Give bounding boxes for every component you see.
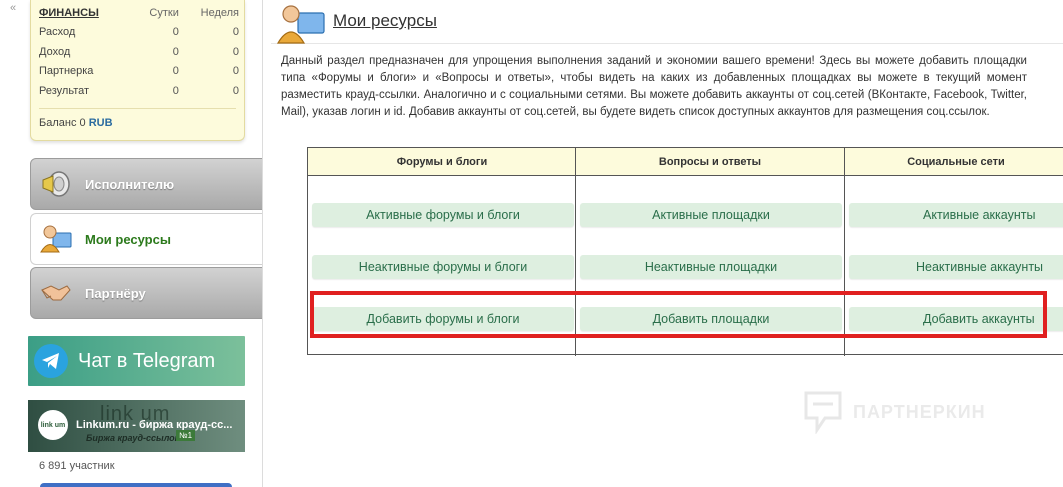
active-accounts-button[interactable]: Активные аккаунты: [849, 203, 1063, 227]
telegram-icon: [34, 344, 68, 378]
watermark: ПАРТНЕРКИН: [803, 390, 986, 434]
sidebar-divider: [262, 0, 263, 487]
finance-divider: [39, 108, 236, 109]
balance-label: Баланс 0: [39, 117, 86, 129]
finance-title-link[interactable]: ФИНАНСЫ: [39, 3, 133, 23]
balance-currency-link[interactable]: RUB: [89, 117, 113, 129]
finance-row-day: 0: [172, 26, 179, 39]
finance-col-day: Сутки: [149, 6, 179, 19]
linkum-participants: 6 891 участник: [39, 460, 115, 472]
telegram-chat-banner[interactable]: Чат в Telegram: [28, 336, 245, 386]
column-header-qa: Вопросы и ответы: [576, 148, 844, 176]
linkum-badge: №1: [176, 430, 196, 441]
handshake-icon: [41, 285, 71, 301]
finance-row: Партнерка 0 0: [39, 62, 239, 82]
collapse-sidebar-button[interactable]: «: [10, 2, 16, 14]
balance: Баланс 0 RUB: [39, 117, 113, 129]
inactive-qa-button[interactable]: Неактивные площадки: [580, 255, 842, 279]
finance-row-label: Расход: [39, 26, 76, 39]
finance-row-week: 0: [232, 26, 239, 39]
column-header-forums: Форумы и блоги: [308, 148, 576, 176]
highlight-frame: [310, 291, 1047, 338]
finance-row-label: Результат: [39, 84, 90, 97]
join-button-edge[interactable]: [40, 483, 232, 487]
finance-row: Доход 0 0: [39, 42, 239, 62]
finance-widget: ФИНАНСЫ Сутки Неделя Расход 0 0 Доход 0 …: [30, 0, 245, 141]
watermark-chat-icon: [804, 391, 842, 434]
nav-executor[interactable]: Исполнителю: [30, 158, 263, 210]
linkum-logo: link um: [38, 410, 68, 440]
megaphone-icon: [42, 171, 70, 197]
nav-my-resources-label: Мои ресурсы: [85, 231, 171, 247]
finance-row: Расход 0 0: [39, 23, 239, 43]
inactive-accounts-button[interactable]: Неактивные аккаунты: [849, 255, 1063, 279]
finance-row-label: Партнерка: [39, 65, 94, 78]
nav-my-resources[interactable]: Мои ресурсы: [30, 213, 263, 265]
finance-row-day: 0: [172, 84, 179, 97]
finance-col-week: Неделя: [200, 6, 239, 19]
user-screen-icon: [276, 5, 325, 44]
finance-row-week: 0: [232, 84, 239, 97]
watermark-text: ПАРТНЕРКИН: [853, 401, 986, 422]
active-qa-button[interactable]: Активные площадки: [580, 203, 842, 227]
nav-executor-label: Исполнителю: [85, 176, 175, 192]
finance-table: ФИНАНСЫ Сутки Неделя Расход 0 0 Доход 0 …: [39, 3, 239, 101]
page-title: Мои ресурсы: [333, 11, 437, 30]
inactive-forums-button[interactable]: Неактивные форумы и блоги: [312, 255, 574, 279]
nav-partner[interactable]: Партнёру: [30, 267, 263, 319]
telegram-chat-label: Чат в Telegram: [78, 349, 216, 372]
finance-row-day: 0: [172, 65, 179, 78]
linkum-channel-card[interactable]: link um link um Linkum.ru - биржа крауд-…: [28, 400, 245, 452]
finance-row-day: 0: [172, 45, 179, 58]
finance-row-week: 0: [232, 45, 239, 58]
finance-row-label: Доход: [39, 45, 71, 58]
active-forums-button[interactable]: Активные форумы и блоги: [312, 203, 574, 227]
finance-row: Результат 0 0: [39, 81, 239, 101]
linkum-subtitle: Биржа крауд-ссылок: [86, 433, 180, 443]
column-header-social: Социальные сети: [844, 148, 1063, 176]
nav-partner-label: Партнёру: [85, 285, 146, 301]
linkum-title: Linkum.ru - биржа крауд-сс...: [76, 419, 233, 431]
finance-row-week: 0: [232, 65, 239, 78]
intro-text: Данный раздел предназначен для упрощения…: [281, 55, 1027, 118]
user-screen-icon: [40, 225, 72, 253]
